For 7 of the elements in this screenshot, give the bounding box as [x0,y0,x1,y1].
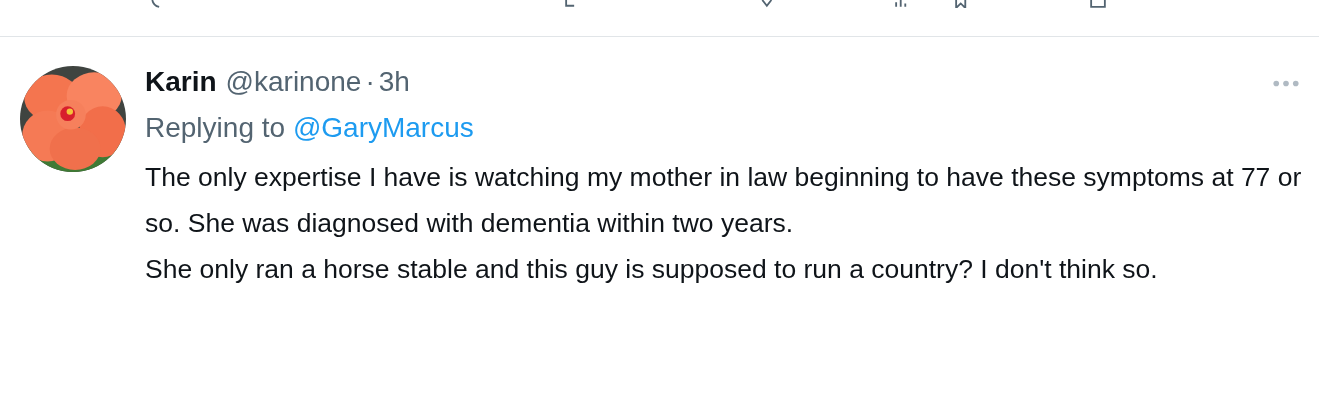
replying-label: Replying to [145,112,286,143]
timestamp[interactable]: 3h [378,66,410,98]
display-name[interactable]: Karin [145,66,217,98]
user-handle[interactable]: @karinone [225,66,362,98]
tweet-text: She only ran a horse stable and this guy is supposed to run a country? I don't think so. [145,253,1159,286]
separator-dot: · [365,66,375,98]
tweet-text: The only expertise I have is watching my mother in law beginning to have these symptoms at 77 or so. She was diagnosed with dementia within two years. [145,161,1303,240]
